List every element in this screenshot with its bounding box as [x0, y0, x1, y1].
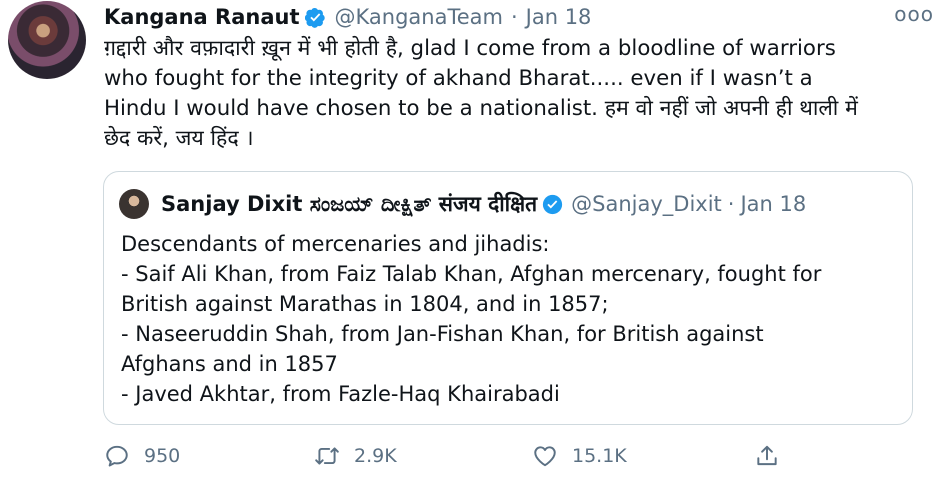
quoted-author-name: Sanjay Dixit ಸಂಜಯ್ ದೀಕ್ಷಿತ್ संजय दीक्षित	[161, 192, 538, 216]
quoted-tweet-header: Sanjay Dixit ಸಂಜಯ್ ದೀಕ್ಷಿತ್ संजय दीक्षित…	[119, 188, 806, 220]
share-button[interactable]	[754, 438, 780, 474]
author-handle[interactable]: @KanganaTeam	[334, 5, 502, 29]
author-name[interactable]: Kangana Ranaut	[104, 5, 299, 29]
quoted-author-avatar	[119, 189, 149, 219]
reply-icon	[106, 445, 128, 467]
action-bar: 950 2.9K 15.1K	[104, 438, 794, 474]
tweet-date[interactable]: Jan 18	[526, 5, 592, 29]
reply-count: 950	[144, 445, 181, 467]
retweet-button[interactable]: 2.9K	[314, 438, 397, 474]
retweet-count: 2.9K	[354, 445, 397, 467]
tweet-text: ग़द्दारी और वफ़ादारी ख़ून में भी होती है…	[104, 36, 858, 151]
quoted-author-handle: @Sanjay_Dixit	[571, 192, 722, 216]
more-icon[interactable]: ooo	[894, 2, 934, 26]
like-button[interactable]: 15.1K	[532, 438, 627, 474]
retweet-icon	[315, 447, 339, 465]
separator-dot: ·	[727, 192, 735, 216]
like-count: 15.1K	[572, 445, 627, 467]
verified-badge-icon	[305, 7, 326, 28]
quoted-tweet-text: Descendants of mercenaries and jihadis: …	[121, 232, 822, 406]
verified-badge-icon	[543, 194, 563, 214]
like-icon	[534, 446, 556, 467]
share-icon	[757, 445, 777, 466]
author-avatar[interactable]	[8, 1, 86, 79]
reply-button[interactable]: 950	[104, 438, 180, 474]
separator-dot: ·	[510, 5, 518, 29]
quoted-tweet-date: Jan 18	[740, 192, 807, 216]
quoted-tweet[interactable]: Sanjay Dixit ಸಂಜಯ್ ದೀಕ್ಷಿತ್ संजय दीक्षित…	[103, 171, 913, 425]
tweet-header: Kangana Ranaut @KanganaTeam · Jan 18	[104, 2, 916, 32]
